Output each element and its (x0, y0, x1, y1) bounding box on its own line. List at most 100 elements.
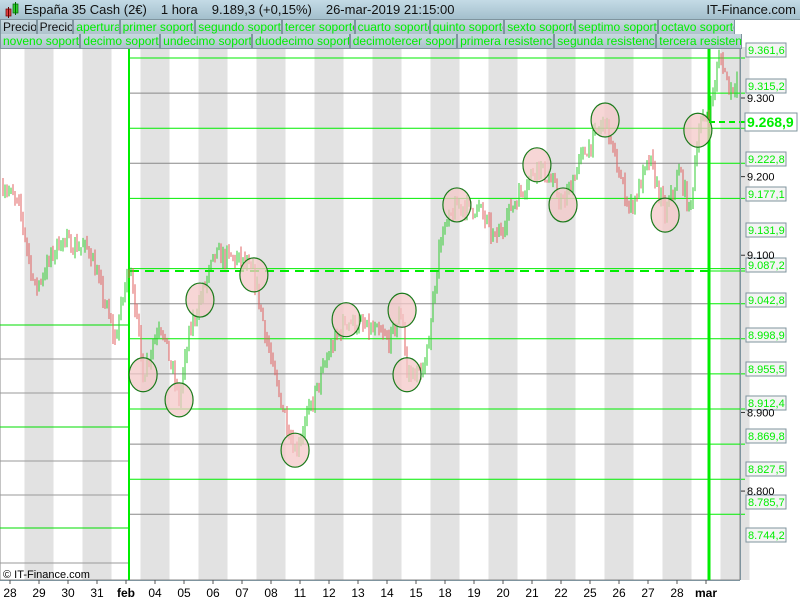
level-label: 9.361,6 (748, 45, 785, 57)
x-tick-label: 22 (554, 586, 568, 600)
tab-cuarto-soporte[interactable]: cuarto soporte (354, 20, 430, 35)
pivot-circle (164, 382, 194, 418)
x-tick-label: mar (695, 586, 717, 600)
x-tick-label: 29 (32, 586, 46, 600)
tab-primera-resistencia[interactable]: primera resistencia (457, 34, 555, 49)
tab-tercera-resistenc[interactable]: tercera resistenc (656, 34, 743, 49)
pivot-circle (128, 357, 158, 393)
tab-decimo-soporte[interactable]: decimo soporte (80, 34, 161, 49)
pivot-circle (239, 257, 269, 293)
pivot-circle (650, 197, 680, 233)
level-label: 8.827,5 (748, 464, 785, 476)
level-label: 8.998,9 (748, 330, 785, 342)
day-band (53, 47, 83, 580)
tab-octavo-soporte[interactable]: octavo soporte (658, 20, 735, 35)
day-band (0, 47, 25, 580)
level-label: 8.869,8 (748, 431, 785, 443)
x-tick-label: 31 (90, 586, 104, 600)
day-band (517, 47, 547, 580)
pivot-circle (590, 102, 620, 138)
level-label: 9.177,1 (748, 189, 785, 201)
tab-quinto-soporte[interactable]: quinto soporte (429, 20, 505, 35)
day-band (111, 47, 141, 580)
day-band (546, 47, 576, 580)
day-band (24, 47, 54, 580)
x-tick-label: 19 (467, 586, 481, 600)
x-tick-label: 11 (294, 586, 307, 600)
candlestick-logo-icon (4, 1, 20, 18)
level-label: 8.785,7 (748, 497, 785, 509)
day-band (227, 47, 257, 580)
brand: IT-Finance.com (706, 2, 796, 17)
level-label: 8.744,2 (748, 530, 785, 542)
y-tick-label: 8.800 (747, 486, 775, 498)
x-tick-label: 08 (264, 586, 278, 600)
x-tick-label: 25 (583, 586, 597, 600)
tab-segunda-resistencia[interactable]: segunda resistencia (554, 34, 657, 49)
level-label: 9.222,8 (748, 154, 785, 166)
tab-duodecimo-soporte[interactable]: duodecimo soporte (251, 34, 350, 49)
tab-apertura[interactable]: apertura (73, 20, 120, 35)
pivot-circle (185, 282, 215, 318)
x-tick-label: 07 (235, 586, 249, 600)
pivot-circle (387, 292, 417, 328)
pivot-circle (331, 302, 361, 338)
x-tick-label: 28 (670, 586, 684, 600)
y-tick-label: 8.900 (747, 407, 775, 419)
indicator-tabs-row-2: noveno soporte decimo soporte undecimo sop… (0, 34, 743, 49)
day-band (285, 47, 315, 580)
indicator-tabs-row-1: Precio Precio apertura primer soporte segund… (0, 20, 735, 35)
day-band (459, 47, 489, 580)
instrument-name: España 35 Cash (2€) (24, 2, 147, 17)
price-chart[interactable]: 9.361,69.315,29.222,89.177,19.131,99.087… (0, 0, 800, 600)
tab-primer-soporte[interactable]: primer soporte (119, 20, 196, 35)
tab-precio[interactable]: Precio (0, 20, 37, 35)
title-bar: España 35 Cash (2€) 1 hora 9.189,3 (+0,1… (0, 0, 800, 20)
x-tick-label: 21 (525, 586, 539, 600)
y-tick-label: 9.200 (747, 172, 775, 184)
level-label: 8.955,5 (748, 364, 785, 376)
day-band (488, 47, 518, 580)
level-label: 9.042,8 (748, 295, 785, 307)
x-tick-label: 04 (148, 586, 162, 600)
pivot-circle (548, 187, 578, 223)
y-tick-label: 9.100 (747, 250, 775, 262)
tab-septimo-soporte[interactable]: septimo soporte (575, 20, 659, 35)
pivot-circle (683, 112, 713, 148)
day-band (430, 47, 460, 580)
pivot-circle (280, 432, 310, 468)
x-tick-label: 18 (438, 586, 452, 600)
copyright: © IT-Finance.com (3, 569, 90, 581)
tab-segundo-soporte[interactable]: segundo soporte (195, 20, 282, 35)
tab-noveno-soporte[interactable]: noveno soporte (0, 34, 81, 49)
day-band (256, 47, 286, 580)
x-tick-label: 05 (177, 586, 191, 600)
level-label: 9.315,2 (748, 81, 785, 93)
day-band (633, 47, 663, 580)
x-tick-label: 14 (380, 586, 394, 600)
x-tick-label: 15 (409, 586, 423, 600)
x-tick-label: 28 (3, 586, 17, 600)
tab-decimotercer-soporte[interactable]: decimotercer soporte (349, 34, 458, 49)
x-tick-label: 12 (322, 586, 336, 600)
tab-undecimo-soporte[interactable]: undecimo soporte (160, 34, 252, 49)
x-tick-label: 27 (641, 586, 655, 600)
x-tick-label: 13 (351, 586, 365, 600)
timeframe: 1 hora (160, 2, 198, 17)
x-tick-label: 26 (612, 586, 626, 600)
level-label: 9.131,9 (748, 225, 785, 237)
current-price-label: 9.268,9 (747, 114, 794, 130)
day-band (140, 47, 170, 580)
y-tick-label: 9.300 (747, 93, 775, 105)
tab-precio[interactable]: Precio (36, 20, 74, 35)
tab-sexto-soporte[interactable]: sexto soporte (504, 20, 576, 35)
x-tick-label: 20 (496, 586, 510, 600)
tab-tercer-soporte[interactable]: tercer soporte (281, 20, 355, 35)
last-price: 9.189,3 (+0,15%) (211, 2, 312, 17)
x-tick-label: 06 (206, 586, 220, 600)
x-tick-label: 30 (61, 586, 75, 600)
datetime: 26-mar-2019 21:15:00 (325, 2, 455, 17)
pivot-circle (442, 187, 472, 223)
day-band (82, 47, 112, 580)
pivot-circle (392, 357, 422, 393)
